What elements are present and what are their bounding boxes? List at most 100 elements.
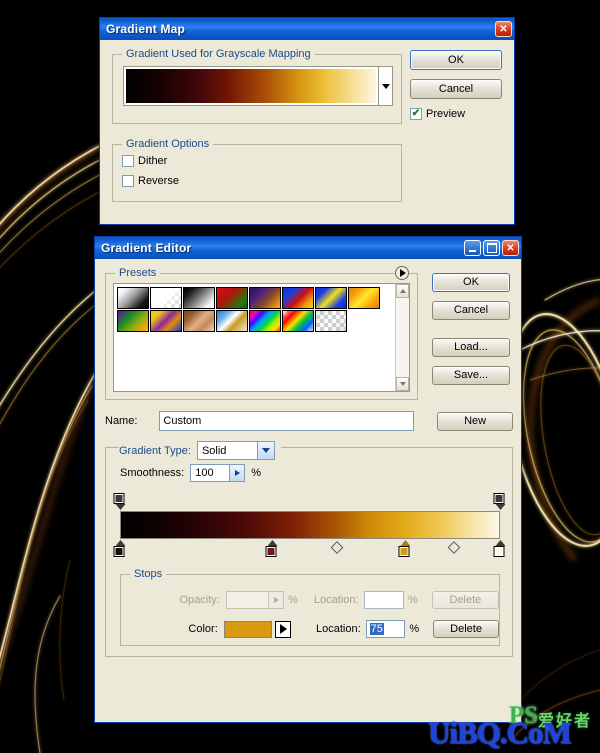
reverse-checkbox[interactable] bbox=[122, 175, 134, 187]
preset-swatch-yellow-violet-orange-blue[interactable] bbox=[150, 310, 182, 332]
scroll-up-arrow-icon[interactable] bbox=[396, 284, 409, 298]
preset-swatch-red-green[interactable] bbox=[216, 287, 248, 309]
color-stop-row: Color: Location: 75 % Delete bbox=[121, 620, 499, 638]
opacity-stop-chip bbox=[493, 493, 505, 504]
preview-option-row[interactable]: Preview bbox=[410, 108, 504, 120]
color-stop-chip bbox=[493, 546, 505, 557]
gradient-bar[interactable] bbox=[120, 511, 500, 539]
gradient-map-cancel-button[interactable]: Cancel bbox=[410, 79, 502, 99]
gradient-preview-swatch[interactable] bbox=[126, 69, 376, 103]
close-icon[interactable]: ✕ bbox=[495, 21, 512, 37]
smoothness-input[interactable]: 100 bbox=[190, 464, 246, 482]
color-location-label: Location: bbox=[315, 623, 361, 635]
color-stop-gold[interactable] bbox=[398, 540, 412, 558]
preset-swatch-copper[interactable] bbox=[183, 310, 215, 332]
gradient-editor-ok-button[interactable]: OK bbox=[432, 273, 510, 292]
gradient-map-ok-button[interactable]: OK bbox=[410, 50, 502, 70]
preset-swatch-blue-yellow-blue[interactable] bbox=[315, 287, 347, 309]
preset-swatch-violet-green-orange[interactable] bbox=[117, 310, 149, 332]
name-label: Name: bbox=[105, 415, 138, 427]
smoothness-row: Smoothness: 100 % bbox=[120, 464, 261, 482]
gradient-type-label: Gradient Type: bbox=[119, 444, 191, 457]
opacity-stop-row: Opacity: % Location: % Delete bbox=[121, 591, 499, 609]
gradient-preview-dropdown[interactable] bbox=[123, 66, 393, 106]
dither-checkbox[interactable] bbox=[122, 155, 134, 167]
color-delete-button[interactable]: Delete bbox=[433, 620, 499, 638]
presets-legend: Presets bbox=[115, 267, 161, 279]
opacity-label: Opacity: bbox=[179, 594, 220, 606]
preset-swatch-transparent-stripes[interactable] bbox=[315, 310, 347, 332]
gradient-map-titlebar[interactable]: Gradient Map ✕ bbox=[100, 18, 514, 40]
preset-swatch-foreground-to-background[interactable] bbox=[117, 287, 149, 309]
preview-checkbox[interactable] bbox=[410, 108, 422, 120]
color-dropdown-icon[interactable] bbox=[275, 620, 291, 638]
smoothness-value: 100 bbox=[195, 467, 214, 479]
color-swatch-button[interactable] bbox=[223, 620, 273, 638]
preset-swatch-blue-red-yellow[interactable] bbox=[282, 287, 314, 309]
preset-swatch-spectrum[interactable] bbox=[249, 310, 281, 332]
presets-group: Presets bbox=[105, 266, 418, 400]
color-location-input[interactable]: 75 bbox=[365, 620, 406, 638]
gradient-type-value: Solid bbox=[201, 444, 227, 457]
color-stop-chip bbox=[398, 546, 410, 557]
preset-swatch-black-to-white[interactable] bbox=[183, 287, 215, 309]
opacity-stop-end[interactable] bbox=[493, 493, 507, 510]
new-button[interactable]: New bbox=[437, 411, 513, 431]
dither-option-row[interactable]: Dither bbox=[122, 155, 167, 167]
chevron-down-icon[interactable] bbox=[378, 67, 392, 105]
color-stop-darkred[interactable] bbox=[265, 540, 279, 558]
opacity-stop-start[interactable] bbox=[113, 493, 127, 510]
preview-label: Preview bbox=[426, 108, 466, 120]
gradient-editor-cancel-button[interactable]: Cancel bbox=[432, 301, 510, 320]
preset-menu-arrow-icon[interactable] bbox=[395, 266, 409, 280]
preset-swatch-orange-yellow-orange[interactable] bbox=[348, 287, 380, 309]
gradient-stops-editor[interactable] bbox=[113, 493, 505, 568]
preset-swatch-transparent-rainbow[interactable] bbox=[282, 310, 314, 332]
name-row: Name: Custom New bbox=[105, 411, 513, 431]
gradient-map-buttons: OK Cancel Preview bbox=[410, 50, 504, 120]
gradient-settings-group: Smoothness: 100 % Stops Opacity: % Locat… bbox=[105, 447, 513, 657]
gradient-map-title: Gradient Map bbox=[106, 22, 186, 36]
opacity-delete-button: Delete bbox=[431, 591, 499, 609]
gradient-options-legend: Gradient Options bbox=[122, 138, 214, 150]
gradient-type-select[interactable]: Solid bbox=[196, 441, 275, 460]
preset-swatch-grid[interactable] bbox=[114, 284, 395, 391]
color-stop-cream[interactable] bbox=[493, 540, 507, 558]
close-icon[interactable]: ✕ bbox=[502, 240, 519, 256]
reverse-option-row[interactable]: Reverse bbox=[122, 175, 179, 187]
opacity-location-label: Location: bbox=[313, 594, 359, 606]
color-label: Color: bbox=[188, 623, 218, 635]
smoothness-stepper-icon[interactable] bbox=[229, 465, 245, 481]
gradient-map-dialog: Gradient Map ✕ Gradient Used for Graysca… bbox=[99, 17, 515, 225]
color-stop-chip bbox=[265, 546, 277, 557]
scroll-down-arrow-icon[interactable] bbox=[396, 377, 409, 391]
color-stop-black[interactable] bbox=[113, 540, 127, 558]
opacity-input bbox=[225, 591, 285, 609]
opacity-percent: % bbox=[288, 594, 298, 606]
color-stop-chip bbox=[113, 546, 125, 557]
stops-group: Stops Opacity: % Location: % Delete Colo… bbox=[120, 568, 500, 646]
presets-scrollbar[interactable] bbox=[395, 284, 409, 391]
load-button[interactable]: Load... bbox=[432, 338, 510, 357]
gradient-editor-titlebar[interactable]: Gradient Editor ✕ bbox=[95, 237, 521, 259]
opacity-stop-chip bbox=[113, 493, 125, 504]
preset-swatch-foreground-to-transparent[interactable] bbox=[150, 287, 182, 309]
midpoint-marker-2[interactable] bbox=[448, 541, 461, 554]
stops-legend: Stops bbox=[130, 568, 167, 580]
opacity-stop-pointer bbox=[115, 504, 125, 510]
minimize-icon[interactable] bbox=[464, 240, 481, 256]
opacity-location-percent: % bbox=[407, 594, 418, 606]
color-location-value: 75 bbox=[369, 623, 384, 635]
presets-list[interactable] bbox=[113, 283, 410, 392]
midpoint-marker-1[interactable] bbox=[330, 541, 343, 554]
gradient-editor-window-buttons: ✕ bbox=[464, 240, 519, 256]
opacity-stepper-icon bbox=[268, 592, 284, 608]
maximize-icon[interactable] bbox=[483, 240, 500, 256]
chevron-down-icon[interactable] bbox=[256, 442, 274, 459]
save-button[interactable]: Save... bbox=[432, 366, 510, 385]
watermark: PS 爱好者 UiBQ.CoM bbox=[428, 702, 594, 751]
preset-swatch-chrome[interactable] bbox=[216, 310, 248, 332]
name-input[interactable]: Custom bbox=[159, 411, 415, 431]
opacity-location-input bbox=[363, 591, 404, 609]
preset-swatch-violet-orange[interactable] bbox=[249, 287, 281, 309]
